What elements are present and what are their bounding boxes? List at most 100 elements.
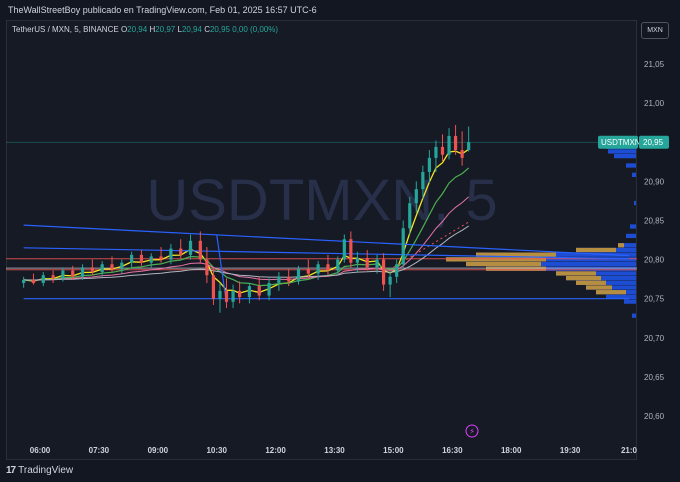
volume-profile-bar: [632, 172, 636, 178]
volume-profile-value-area: [596, 290, 626, 295]
watermark-text: USDTMXN, 5: [146, 168, 497, 233]
y-tick-label: 20,90: [644, 177, 665, 186]
candle-body: [139, 254, 144, 263]
candle-body: [149, 256, 153, 263]
candle-body: [159, 256, 163, 260]
y-tick-label: 20,80: [644, 256, 665, 265]
candle-body: [80, 267, 85, 277]
x-tick-label: 15:00: [383, 446, 404, 455]
candle-body: [267, 283, 271, 296]
candle-body: [326, 264, 330, 271]
y-tick-label: 21,05: [644, 60, 665, 69]
candle-body: [453, 135, 458, 151]
candle-body: [401, 228, 405, 265]
candle-body: [421, 171, 425, 190]
volume-profile-bar: [626, 233, 636, 239]
volume-profile-bar: [630, 224, 636, 229]
x-tick-label: 16:30: [442, 446, 463, 455]
x-tick-label: 13:30: [324, 446, 345, 455]
candle-body: [355, 257, 360, 263]
x-tick-label: 12:00: [265, 446, 286, 455]
lightning-icon: ⚡: [469, 427, 475, 436]
candle-body: [460, 150, 464, 158]
candle-body: [336, 259, 340, 271]
candle-body: [51, 275, 55, 279]
legend-low-value: 20,94: [181, 25, 202, 34]
x-tick-label: 21:0: [621, 446, 638, 455]
x-tick-label: 19:30: [560, 446, 581, 455]
candle-body: [365, 257, 369, 268]
volume-profile-value-area: [576, 280, 606, 285]
candle-body: [100, 264, 104, 273]
legend-symbol: TetherUS / MXN, 5, BINANCE: [12, 25, 119, 34]
candle-body: [211, 275, 216, 299]
y-tick-label: 21,00: [644, 99, 665, 108]
volume-profile-bar: [608, 149, 636, 154]
y-tick-label: 20,70: [644, 334, 665, 343]
candle-body: [188, 240, 193, 255]
candle-body: [31, 279, 36, 284]
y-tick-label: 20,60: [644, 412, 665, 421]
candle-body: [41, 275, 45, 284]
candle-body: [306, 268, 310, 274]
candle-body: [205, 259, 209, 276]
volume-profile-value-area: [486, 266, 546, 271]
symbol-legend[interactable]: TetherUS / MXN, 5, BINANCE O20,94 H20,97…: [12, 25, 278, 34]
candle-body: [440, 146, 445, 155]
candle-body: [257, 286, 261, 296]
volume-profile-value-area: [556, 271, 596, 276]
volume-profile-bar: [634, 200, 636, 206]
x-tick-label: 18:00: [501, 446, 522, 455]
candle-body: [408, 203, 412, 229]
y-tick-label: 20,85: [644, 216, 665, 225]
symbol-price-tag: USDTMXN: [601, 138, 641, 147]
volume-profile-value-area: [586, 285, 612, 290]
volume-profile-bar: [626, 163, 636, 168]
candle-body: [277, 276, 281, 284]
x-tick-label: 10:30: [206, 446, 227, 455]
candle-body: [349, 239, 353, 263]
candle-body: [388, 276, 392, 285]
candle-body: [198, 240, 202, 260]
tradingview-logo[interactable]: 17 TradingView: [6, 465, 73, 476]
legend-open-value: 20,94: [127, 25, 148, 34]
volume-profile-bar: [614, 153, 636, 159]
volume-profile-value-area: [618, 243, 624, 248]
tradingview-logo-icon: 17: [6, 465, 16, 476]
volume-profile-bar: [624, 299, 636, 304]
y-tick-label: 20,75: [644, 295, 665, 304]
candle-body: [22, 279, 26, 284]
candle-body: [61, 270, 65, 279]
volume-profile-value-area: [566, 275, 601, 281]
candle-body: [414, 189, 418, 204]
footer-bar: [0, 460, 680, 482]
currency-button[interactable]: MXN: [641, 22, 669, 39]
y-tick-label: 20,65: [644, 373, 665, 382]
candle-body: [316, 264, 320, 274]
volume-profile-value-area: [466, 261, 541, 267]
candle-body: [296, 268, 301, 282]
candle-body: [71, 270, 75, 277]
candle-body: [120, 262, 124, 269]
candle-body: [169, 248, 173, 260]
legend-change-value: 0,00 (0,00%): [232, 25, 279, 34]
x-tick-label: 09:00: [148, 446, 169, 455]
legend-close-value: 20,95: [209, 25, 231, 34]
candle-body: [231, 290, 235, 302]
candle-body: [90, 267, 94, 273]
candle-body: [427, 157, 431, 172]
candle-body: [395, 264, 399, 277]
x-tick-label: 06:00: [30, 446, 51, 455]
last-price-tag: 20,95: [643, 138, 664, 147]
candle-body: [375, 259, 379, 268]
candle-body: [247, 286, 252, 298]
chart-canvas[interactable]: USDTMXN, 5 21,05 21,00 20,95 20,90 20,85 20,8…: [0, 0, 680, 482]
volume-profile-value-area: [446, 257, 546, 262]
candle-body: [179, 248, 183, 255]
x-tick-label: 07:30: [89, 446, 110, 455]
candle-body: [447, 135, 451, 155]
candle-body: [224, 290, 229, 302]
candle-body: [381, 259, 386, 285]
tradingview-brand: TradingView: [18, 465, 74, 476]
volume-profile-value-area: [576, 247, 616, 253]
